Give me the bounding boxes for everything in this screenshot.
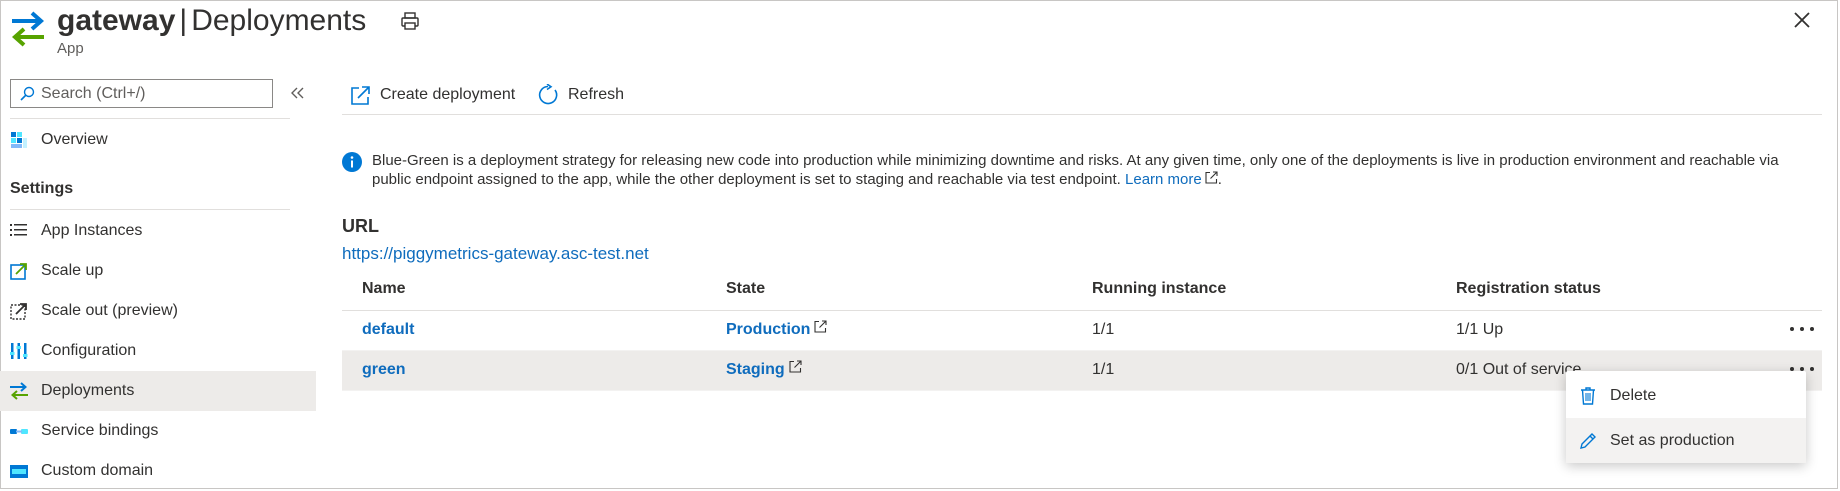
column-header-running-instance[interactable]: Running instance [1092, 280, 1226, 298]
refresh-button[interactable]: Refresh [537, 80, 624, 110]
info-text: Blue-Green is a deployment strategy for … [372, 152, 1779, 188]
sidebar-item-scale-up[interactable]: Scale up [0, 251, 316, 291]
collapse-sidebar-icon[interactable] [288, 84, 306, 102]
sidebar-item-overview[interactable]: Overview [0, 120, 316, 160]
page-name: Deployments [191, 4, 367, 37]
custom-domain-icon [10, 465, 28, 478]
overview-icon [11, 132, 27, 148]
sidebar-item-label: Configuration [41, 342, 137, 359]
deployments-icon [10, 382, 28, 400]
more-actions-button[interactable] [1790, 319, 1814, 339]
print-icon[interactable] [399, 10, 421, 32]
sidebar-divider [10, 118, 290, 119]
page-subtitle: App [57, 40, 84, 57]
search-input[interactable] [41, 84, 261, 103]
settings-divider [10, 209, 290, 210]
row-context-menu: Delete Set as production [1566, 371, 1806, 463]
running-instance-value: 1/1 [1092, 361, 1115, 378]
sidebar-item-label: Deployments [41, 382, 135, 399]
set-as-production-menu-item[interactable]: Set as production [1566, 418, 1806, 463]
refresh-label: Refresh [568, 86, 625, 103]
service-bindings-icon [10, 429, 28, 434]
info-suffix: . [1217, 171, 1222, 188]
trash-icon [1581, 386, 1595, 405]
close-icon[interactable] [1790, 8, 1814, 32]
learn-more-link[interactable]: Learn more [1125, 171, 1218, 188]
running-instance-value: 1/1 [1092, 321, 1115, 338]
sidebar-item-label: Scale out (preview) [41, 302, 178, 319]
external-link-icon [789, 360, 802, 373]
sidebar-item-label: Service bindings [41, 422, 159, 439]
search-icon [20, 86, 35, 101]
refresh-icon [538, 84, 558, 105]
create-deployment-label: Create deployment [380, 86, 516, 103]
create-deployment-button[interactable]: Create deployment [350, 80, 515, 110]
registration-status-value: 1/1 Up [1456, 321, 1504, 338]
list-icon [10, 224, 27, 236]
url-heading: URL [342, 216, 379, 236]
table-row[interactable]: default Production 1/1 1/1 Up [342, 311, 1822, 351]
state-label: Staging [726, 361, 785, 378]
sidebar-item-label: App Instances [41, 222, 143, 239]
external-link-icon [814, 320, 827, 333]
deployment-state-link[interactable]: Production [726, 320, 827, 339]
sidebar-item-label: Scale up [41, 262, 104, 279]
scale-out-icon [10, 303, 27, 320]
registration-status-value: 0/1 Out of service [1456, 361, 1582, 378]
sidebar-item-scale-out[interactable]: Scale out (preview) [0, 291, 316, 331]
column-header-state[interactable]: State [726, 280, 765, 298]
title-separator: | [179, 4, 188, 37]
learn-more-label: Learn more [1125, 171, 1202, 188]
sidebar-item-label: Overview [41, 131, 108, 148]
external-link-icon [351, 85, 370, 105]
deployment-name-link[interactable]: default [362, 321, 414, 339]
sidebar-item-custom-domain[interactable]: Custom domain [0, 451, 316, 491]
sidebar-item-service-bindings[interactable]: Service bindings [0, 411, 316, 451]
app-name: gateway [57, 4, 176, 37]
configuration-icon [10, 343, 28, 359]
column-header-name[interactable]: Name [362, 280, 406, 298]
delete-menu-item[interactable]: Delete [1566, 373, 1806, 418]
delete-label: Delete [1610, 386, 1657, 404]
deployments-app-icon [11, 11, 45, 47]
app-url-link[interactable]: https://piggymetrics-gateway.asc-test.ne… [342, 244, 649, 264]
deployment-name-link[interactable]: green [362, 361, 406, 379]
info-message: Blue-Green is a deployment strategy for … [372, 151, 1812, 189]
toolbar-divider [342, 114, 1822, 115]
info-icon [342, 152, 362, 172]
column-header-registration-status[interactable]: Registration status [1456, 280, 1601, 298]
table-header: Name State Running instance Registration… [342, 270, 1822, 311]
sidebar-item-label: Custom domain [41, 462, 154, 479]
pencil-icon [1580, 432, 1596, 449]
sidebar-item-configuration[interactable]: Configuration [0, 331, 316, 371]
search-box[interactable] [10, 79, 273, 108]
sidebar-item-app-instances[interactable]: App Instances [0, 211, 316, 251]
set-as-production-label: Set as production [1610, 431, 1735, 449]
settings-section-header: Settings [10, 180, 74, 197]
deployment-state-link[interactable]: Staging [726, 360, 802, 379]
sidebar-item-deployments[interactable]: Deployments [0, 371, 316, 411]
scale-up-icon [10, 263, 27, 280]
state-label: Production [726, 321, 811, 338]
page-title: gateway | Deployments [57, 2, 366, 40]
external-link-icon [1205, 171, 1218, 184]
